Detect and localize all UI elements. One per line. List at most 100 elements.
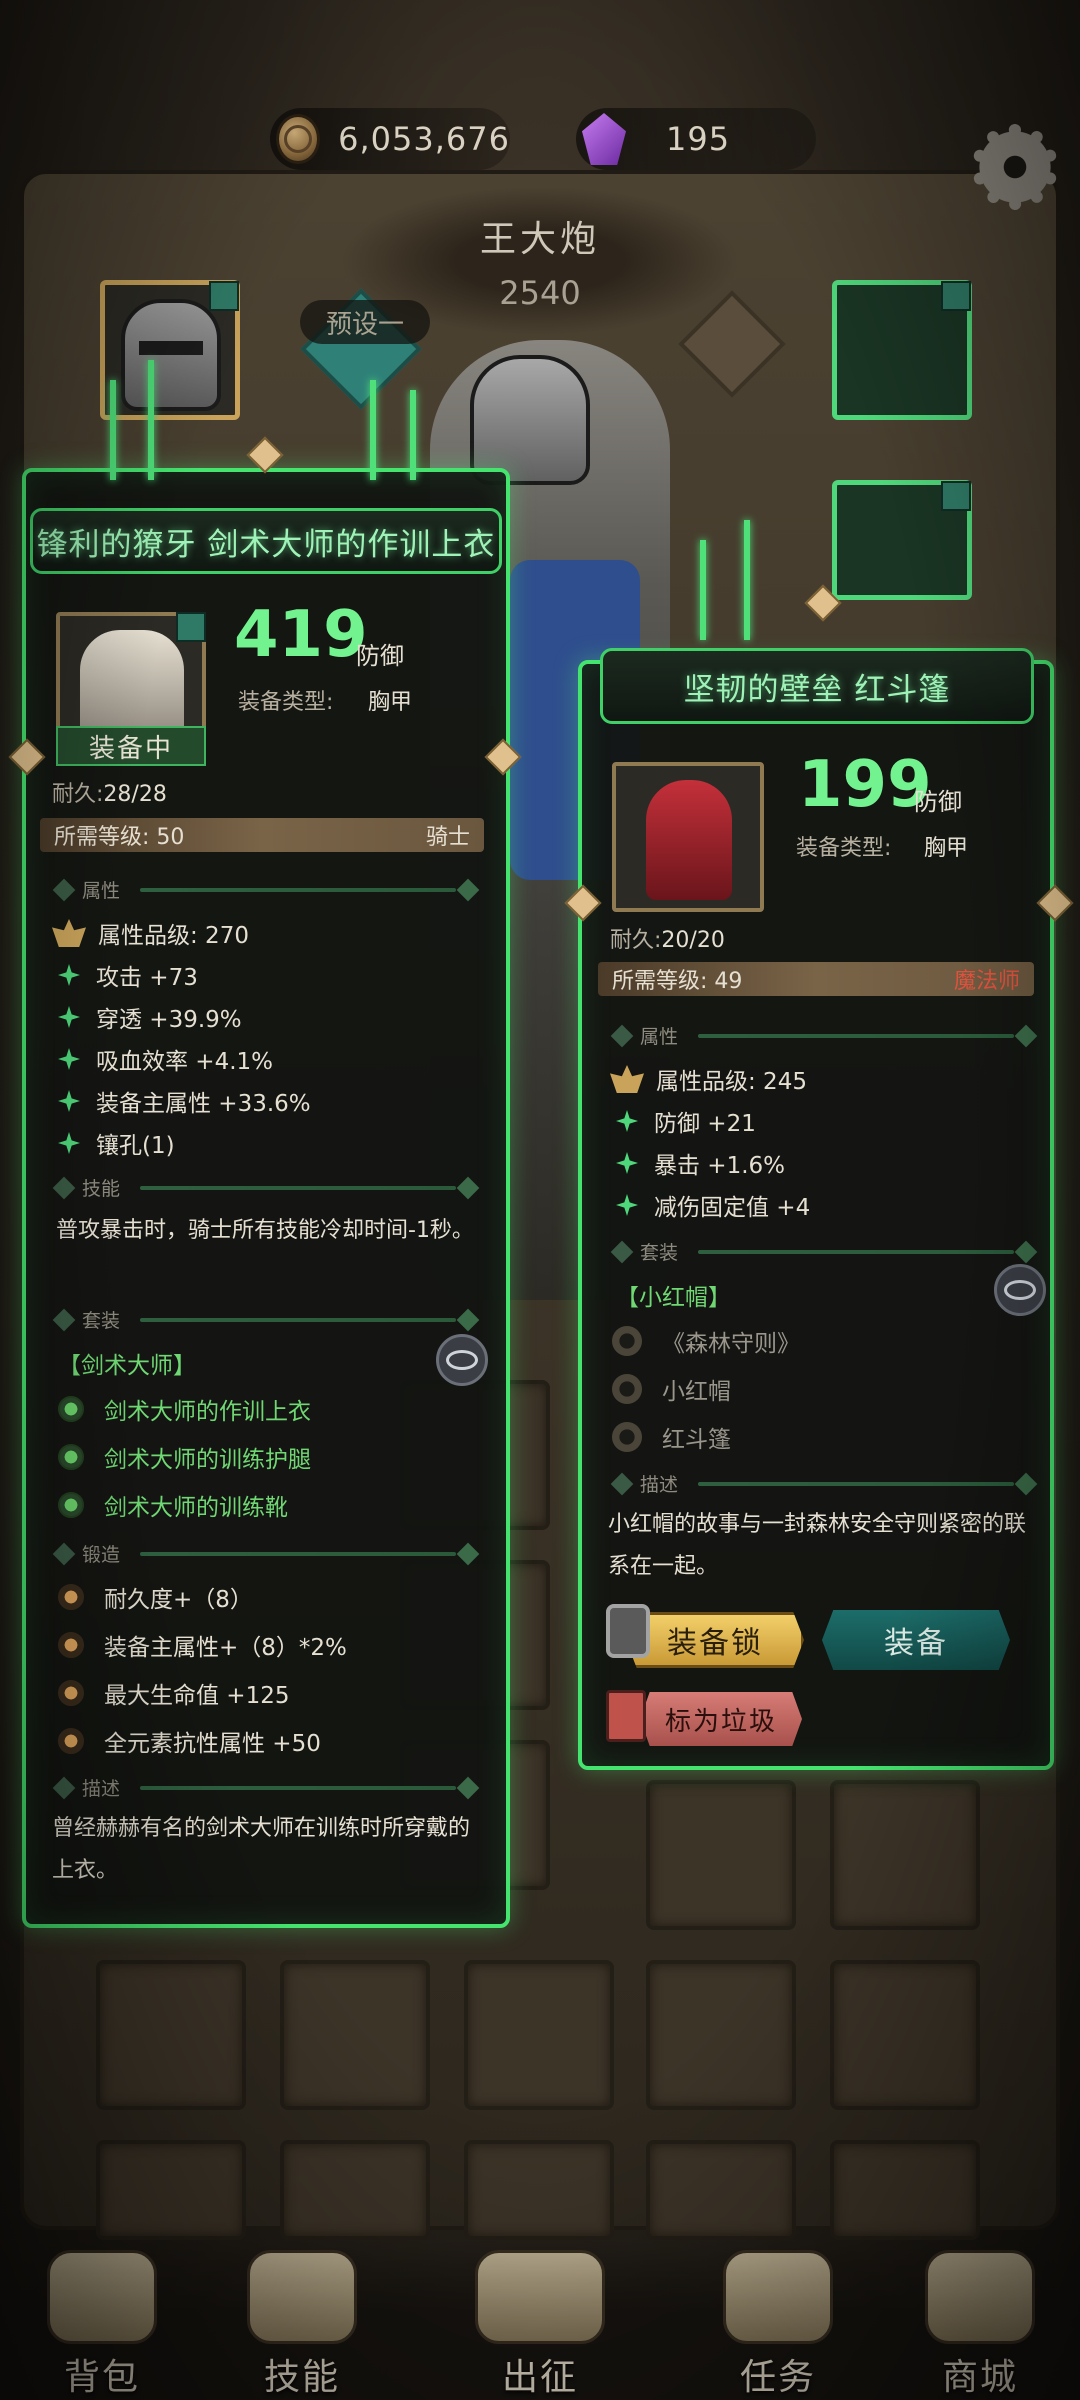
slot-lock-badge-icon	[941, 481, 971, 511]
card-spike	[700, 540, 706, 640]
inventory-slot[interactable]	[830, 2140, 980, 2240]
left-card-title: 锋利的獠牙 剑术大师的作训上衣	[30, 508, 502, 574]
skill-book-icon	[247, 2250, 357, 2344]
sparkle-icon	[58, 1006, 80, 1028]
inventory-slot[interactable]	[96, 1960, 246, 2110]
mark-as-junk-button[interactable]: 标为垃圾	[640, 1692, 802, 1746]
hero-helmet	[470, 355, 590, 485]
right-type-value: 胸甲	[924, 836, 969, 861]
left-durability: 耐久:28/28	[52, 776, 167, 808]
inventory-slot[interactable]	[830, 1960, 980, 2110]
inventory-slot[interactable]	[464, 1960, 614, 2110]
right-defense-value: 199	[798, 748, 932, 822]
red-cloak-icon	[646, 780, 732, 900]
nav-label: 背包	[63, 2357, 140, 2398]
nav-label: 任务	[739, 2357, 816, 2398]
nav-shop[interactable]: 商城	[900, 2250, 1060, 2400]
set-item-row: 剑术大师的训练靴	[58, 1488, 288, 1522]
set-item-text: 红斗篷	[662, 1427, 731, 1453]
shoulder-slot[interactable]	[832, 480, 972, 600]
map-sword-icon	[475, 2250, 605, 2344]
section-attributes: 属性	[52, 876, 480, 903]
durability-label: 耐久:	[52, 782, 104, 807]
inventory-slot[interactable]	[280, 2140, 430, 2240]
nav-label: 技能	[263, 2357, 340, 2398]
sparkle-icon	[616, 1110, 638, 1132]
nav-backpack[interactable]: 背包	[22, 2250, 182, 2400]
player-level: 2540	[499, 274, 581, 312]
durability-value: 28/28	[103, 782, 167, 807]
set-item-row: 剑术大师的作训上衣	[58, 1392, 311, 1426]
inventory-slot[interactable]	[464, 2140, 614, 2240]
lotus-icon	[610, 1065, 644, 1093]
stat-text: 减伤固定值 +4	[654, 1195, 811, 1221]
amulet-slot[interactable]	[832, 280, 972, 420]
stat-row: 减伤固定值 +4	[616, 1188, 810, 1222]
set-active-dot-icon	[58, 1396, 84, 1422]
section-diamond-icon	[610, 1024, 634, 1047]
stat-text: 装备主属性 +33.6%	[96, 1091, 311, 1117]
inventory-slot[interactable]	[646, 1960, 796, 2110]
sparkle-icon	[58, 1048, 80, 1070]
item-lock-badge-icon	[176, 612, 206, 642]
section-label: 描述	[82, 1778, 121, 1800]
gold-coin-icon	[276, 114, 321, 164]
section-diamond-icon	[610, 1472, 634, 1495]
stat-text: 防御 +21	[654, 1111, 756, 1137]
nav-expedition[interactable]: 出征	[460, 2250, 620, 2400]
set-item-text: 小红帽	[662, 1379, 731, 1405]
gem-amount: 195	[666, 120, 731, 158]
set-item-text: 《森林守则》	[662, 1331, 800, 1357]
slot-lock-badge-icon	[941, 281, 971, 311]
equip-button[interactable]: 装备	[822, 1610, 1010, 1670]
section-diamond-icon	[52, 1308, 76, 1331]
set-inactive-dot-icon	[612, 1422, 642, 1452]
forge-dot-icon	[58, 1728, 84, 1754]
section-forge: 锻造	[52, 1540, 480, 1567]
inventory-slot[interactable]	[280, 1960, 430, 2110]
forge-text: 全元素抗性属性 +50	[104, 1731, 321, 1757]
set-active-dot-icon	[58, 1444, 84, 1470]
sparkle-icon	[616, 1152, 638, 1174]
set-item-text: 剑术大师的训练靴	[104, 1495, 288, 1521]
sparkle-icon	[58, 964, 80, 986]
section-set: 套装	[610, 1238, 1038, 1265]
helmet-slot[interactable]	[100, 280, 240, 420]
eye-icon[interactable]	[436, 1334, 488, 1386]
inventory-slot[interactable]	[646, 2140, 796, 2240]
nav-skills[interactable]: 技能	[222, 2250, 382, 2400]
inventory-slot[interactable]	[646, 1780, 796, 1930]
req-level: 所需等级: 50	[54, 819, 184, 851]
trash-lantern-icon	[606, 1690, 646, 1742]
section-set: 套装	[52, 1306, 480, 1333]
nav-quests[interactable]: 任务	[698, 2250, 858, 2400]
forge-dot-icon	[58, 1680, 84, 1706]
req-level-label: 所需等级:	[612, 969, 708, 994]
set-active-dot-icon	[58, 1492, 84, 1518]
lotus-icon	[52, 919, 86, 947]
stat-text: 穿透 +39.9%	[96, 1007, 242, 1033]
card-spike	[370, 380, 376, 480]
equipment-lock-button[interactable]: 装备锁	[626, 1612, 804, 1668]
left-defense-value: 419	[234, 598, 368, 672]
section-diamond-icon	[52, 1542, 76, 1565]
eye-icon[interactable]	[994, 1264, 1046, 1316]
inventory-slot[interactable]	[96, 2140, 246, 2240]
set-name: 【小红帽】	[616, 1285, 731, 1311]
stat-row: 穿透 +39.9%	[58, 1000, 242, 1034]
sparkle-icon	[616, 1194, 638, 1216]
inventory-slot[interactable]	[830, 1780, 980, 1930]
preset-selector[interactable]: 预设一	[300, 300, 430, 344]
durability-value: 20/20	[661, 928, 725, 953]
player-name: 王大炮	[479, 219, 600, 260]
left-req-bar: 所需等级: 50 骑士	[40, 818, 484, 852]
left-defense-unit: 防御	[356, 642, 404, 670]
right-card-title: 坚韧的壁垒 红斗篷	[600, 648, 1034, 724]
right-defense-unit: 防御	[914, 788, 962, 816]
quality-row: 属性品级: 245	[610, 1062, 807, 1096]
set-item-text: 剑术大师的训练护腿	[104, 1447, 311, 1473]
settings-gear-icon[interactable]	[972, 124, 1058, 210]
forge-row: 全元素抗性属性 +50	[58, 1724, 321, 1758]
card-spike	[110, 380, 116, 480]
req-level-value: 49	[714, 969, 743, 994]
